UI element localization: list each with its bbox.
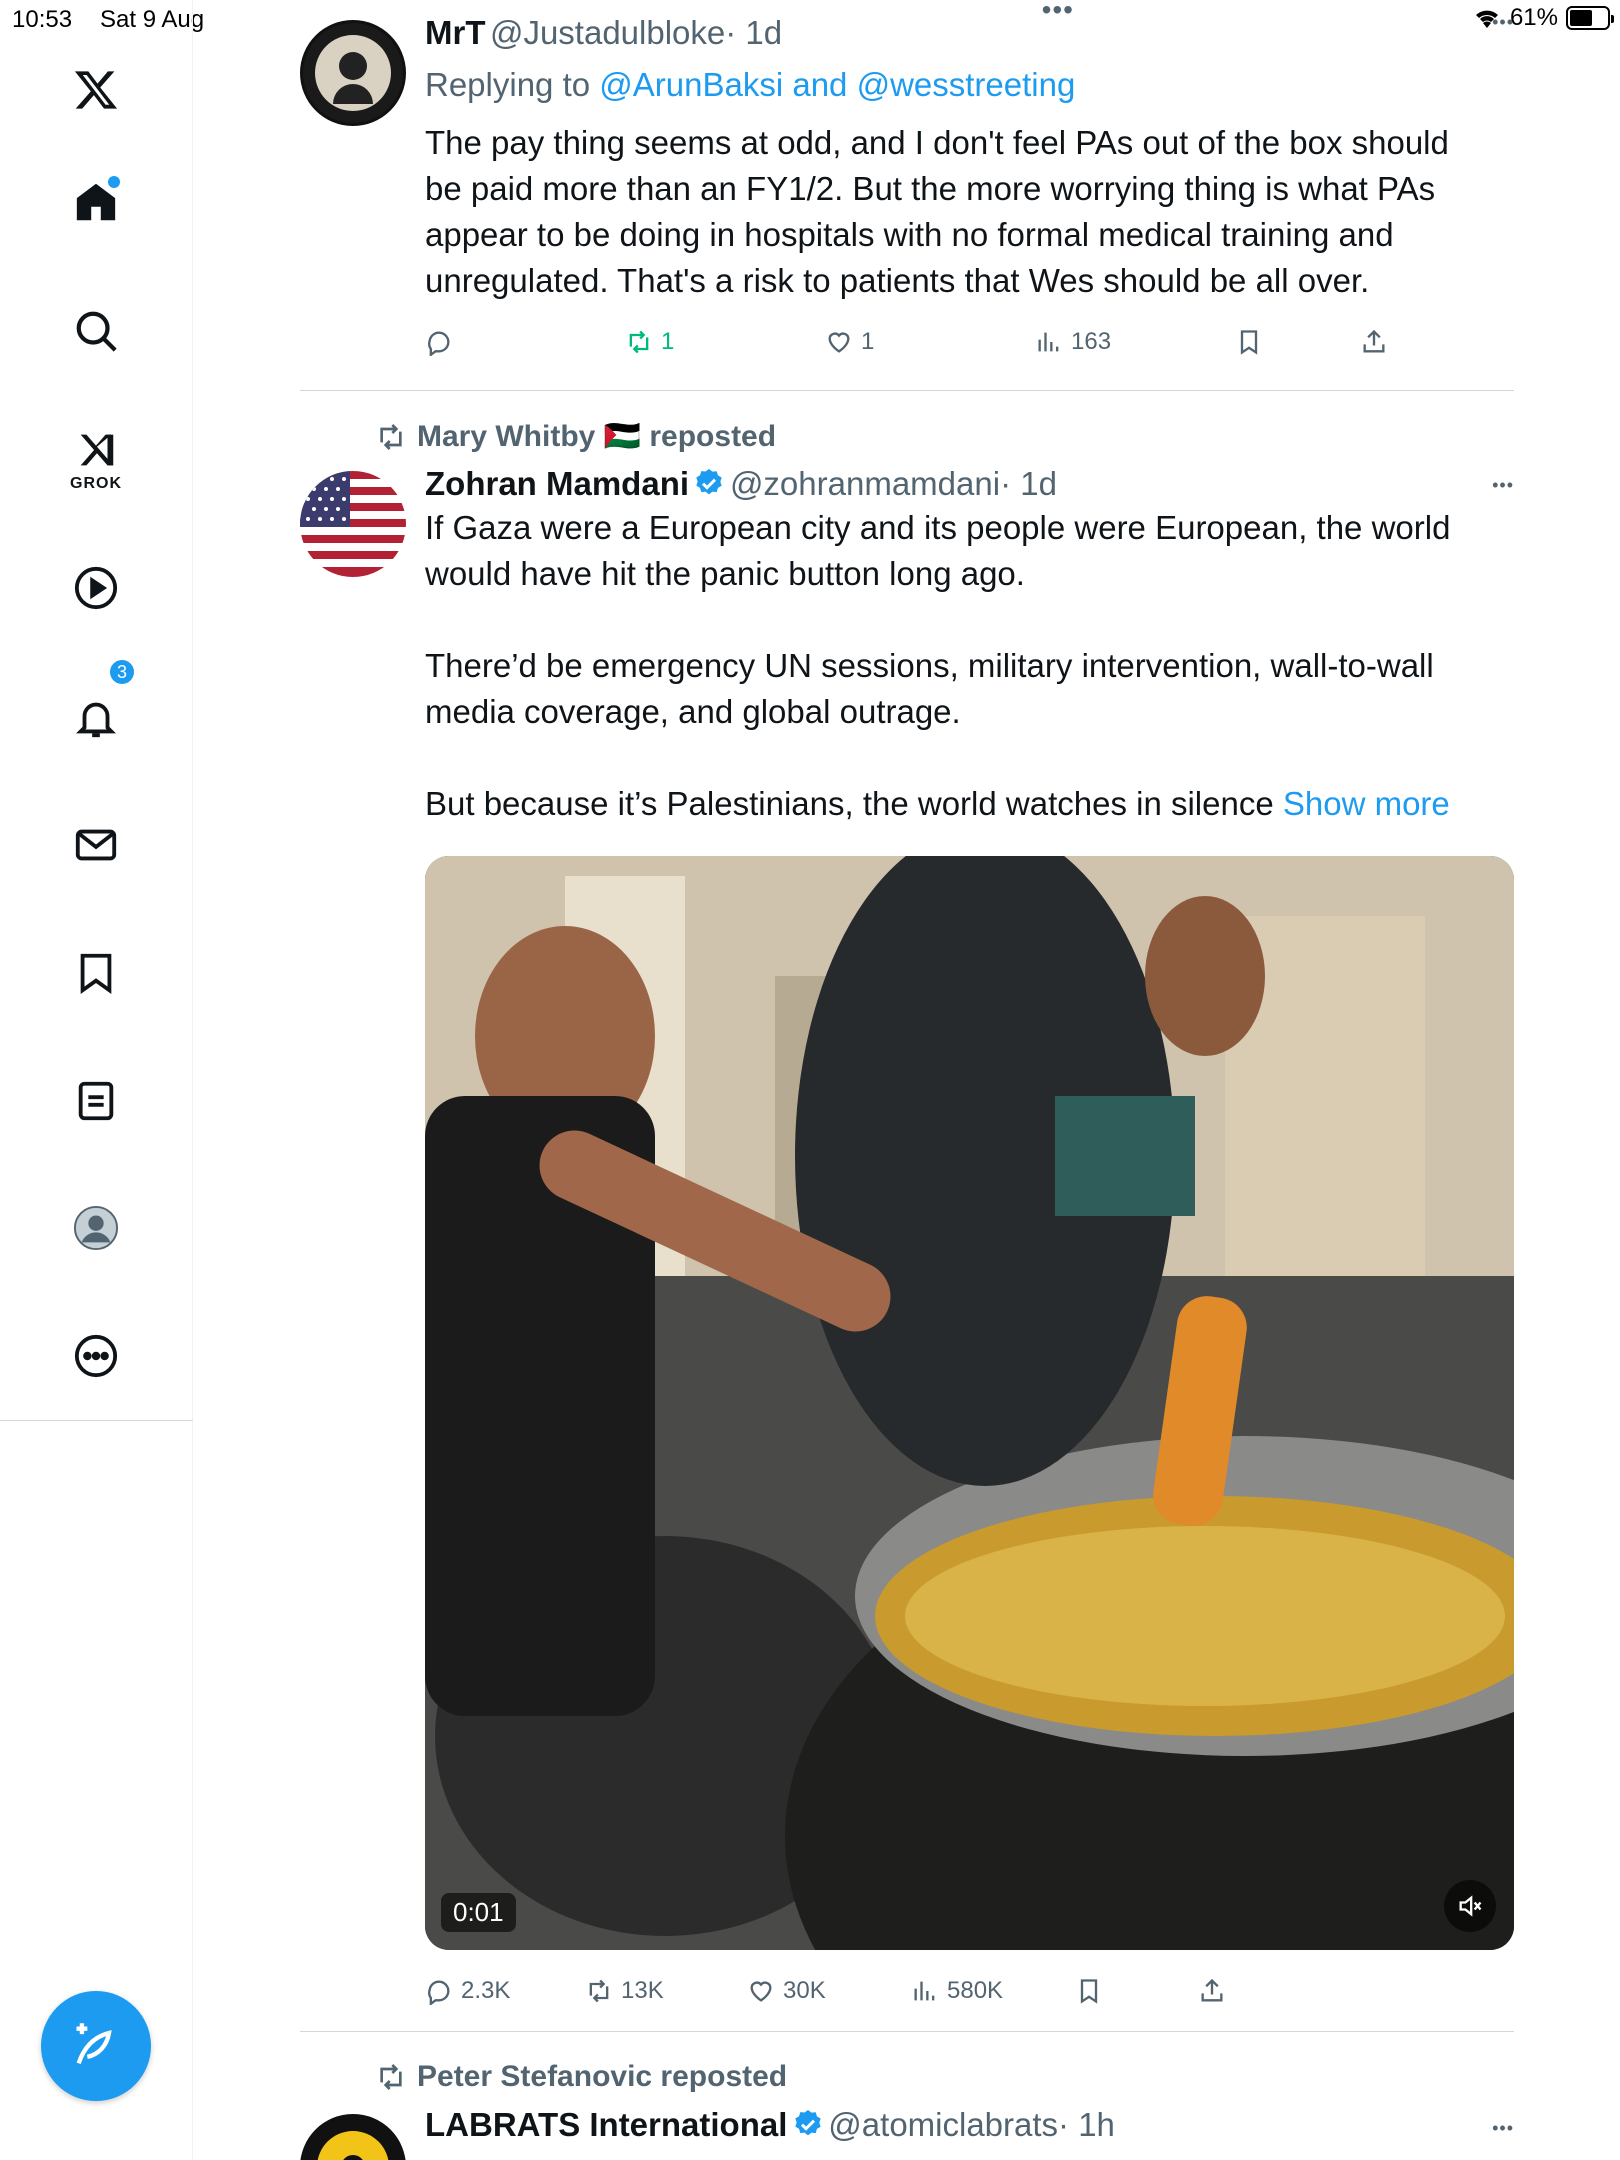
reply-count: 2.3K xyxy=(461,1977,511,2004)
reply-icon xyxy=(428,1980,450,2005)
reply-button[interactable] xyxy=(425,328,453,356)
views-button[interactable]: 580K xyxy=(911,1977,1003,2005)
repost-icon xyxy=(380,423,402,450)
repost-indicator[interactable]: Peter Stefanovic reposted xyxy=(375,2060,787,2094)
show-more-link[interactable]: Show more xyxy=(1283,785,1450,822)
bookmark-icon xyxy=(1080,1979,1098,2004)
reply-button[interactable]: 2.3K xyxy=(425,1977,510,2005)
compose-button[interactable] xyxy=(41,1991,151,2101)
tweet-video[interactable]: 0:01 xyxy=(425,856,1514,1950)
tweet-actions: 1 1 163 xyxy=(425,322,1514,362)
tweet-text-line: But because it’s Palestinians, the world… xyxy=(425,785,1274,822)
lists-icon[interactable] xyxy=(48,1053,144,1149)
tweet-time[interactable]: · 1h xyxy=(1058,2106,1115,2143)
tweet-author-name[interactable]: MrT xyxy=(425,14,486,51)
sidebar-divider xyxy=(0,1420,193,1421)
tweet-text-line: There’d be emergency UN sessions, milita… xyxy=(425,647,1434,684)
battery-fill xyxy=(1570,10,1592,26)
tweet-time[interactable]: · 1d xyxy=(1000,465,1057,502)
views-count: 580K xyxy=(947,1977,1004,2004)
heart-icon xyxy=(828,332,850,353)
views-button[interactable]: 163 xyxy=(1035,328,1111,356)
repost-icon xyxy=(380,2064,402,2090)
tweet-text-line: media coverage, and global outrage. xyxy=(425,693,961,730)
video-icon[interactable] xyxy=(48,540,144,636)
grok-label: GROK xyxy=(70,475,122,492)
verified-badge-icon xyxy=(795,2110,821,2136)
repost-indicator[interactable]: Mary Whitby 🇵🇸 reposted xyxy=(375,419,776,454)
bookmarks-icon[interactable] xyxy=(48,925,144,1021)
bookmark-button[interactable] xyxy=(1075,1977,1103,2005)
verified-badge-icon xyxy=(696,469,723,495)
home-unread-dot xyxy=(108,176,120,188)
more-menu-icon[interactable] xyxy=(48,1308,144,1404)
retweet-count: 1 xyxy=(661,328,675,355)
tweet-text-line: be paid more than an FY1/2. But the more… xyxy=(425,170,1436,207)
video-thumbnail xyxy=(425,856,1514,1950)
mute-icon xyxy=(1459,1895,1482,1917)
avatar[interactable] xyxy=(300,20,406,126)
mute-button[interactable] xyxy=(1444,1880,1496,1932)
tweet-mrt[interactable]: ••• ••• MrT @Justadulbloke· 1d Replying … xyxy=(300,0,1514,390)
video-timestamp: 0:01 xyxy=(441,1893,516,1932)
tweet-author-handle[interactable]: @Justadulbloke xyxy=(490,14,725,51)
tweet-time[interactable]: · 1d xyxy=(725,14,782,51)
tweet-author-handle[interactable]: @atomiclabrats xyxy=(828,2106,1058,2143)
retweet-count: 13K xyxy=(621,1977,664,2004)
repost-by: Mary Whitby 🇵🇸 reposted xyxy=(417,420,777,453)
tweet-text-line: would have hit the panic button long ago… xyxy=(425,555,1025,592)
avatar[interactable] xyxy=(300,2114,406,2160)
share-button[interactable] xyxy=(1198,1977,1226,2005)
sidebar: GROK 3 xyxy=(0,0,193,2160)
x-logo-icon[interactable] xyxy=(48,42,144,138)
tweet-text-line: If Gaza were a European city and its peo… xyxy=(425,509,1451,546)
messages-icon[interactable] xyxy=(48,797,144,893)
battery-percent: 61% xyxy=(1509,4,1558,31)
tweet-zohran[interactable]: Mary Whitby 🇵🇸 reposted ••• Zohran Mamda… xyxy=(300,391,1514,2031)
compose-feather-icon xyxy=(76,2023,112,2065)
views-icon xyxy=(914,1981,935,2001)
avatar[interactable] xyxy=(300,471,406,577)
retweet-icon xyxy=(629,330,649,354)
share-icon xyxy=(1201,1978,1223,2002)
grok-icon[interactable]: GROK xyxy=(48,405,144,501)
profile-avatar-icon[interactable] xyxy=(48,1180,144,1276)
retweet-icon xyxy=(589,1979,609,2003)
battery-icon xyxy=(1566,6,1614,30)
retweet-button[interactable]: 13K xyxy=(585,1977,664,2005)
tweet-author-handle[interactable]: @zohranmamdani xyxy=(730,465,1000,502)
heart-icon xyxy=(750,1981,772,2002)
bookmark-icon xyxy=(1240,330,1258,355)
repost-by: Peter Stefanovic reposted xyxy=(417,2060,788,2093)
tweet-author-name[interactable]: LABRATS International xyxy=(425,2106,787,2143)
tweet-labrats[interactable]: Peter Stefanovic reposted ••• LABRATS In… xyxy=(300,2032,1514,2160)
tweet-text-line: appear to be doing in hospitals with no … xyxy=(425,216,1394,253)
tweet-author-name[interactable]: Zohran Mamdani xyxy=(425,465,689,502)
views-icon xyxy=(1038,332,1059,352)
reply-to-link[interactable]: @ArunBaksi and @wesstreeting xyxy=(599,66,1075,103)
notifications-icon[interactable]: 3 xyxy=(48,658,144,766)
share-button[interactable] xyxy=(1360,328,1388,356)
home-icon[interactable] xyxy=(48,154,144,250)
share-icon xyxy=(1363,329,1385,353)
reply-prefix: Replying to xyxy=(425,66,591,103)
views-count: 163 xyxy=(1071,328,1112,355)
retweet-button[interactable]: 1 xyxy=(625,328,674,356)
like-count: 1 xyxy=(861,328,875,355)
tweet-text-line: The pay thing seems at odd, and I don't … xyxy=(425,124,1449,161)
tweet-actions: 2.3K 13K 30K 580K xyxy=(425,1971,1514,2011)
notifications-badge: 3 xyxy=(108,658,136,686)
like-button[interactable]: 1 xyxy=(825,328,874,356)
bookmark-button[interactable] xyxy=(1235,328,1263,356)
reply-icon xyxy=(428,331,450,356)
like-count: 30K xyxy=(783,1977,826,2004)
like-button[interactable]: 30K xyxy=(747,1977,826,2005)
tweet-text-line: unregulated. That's a risk to patients t… xyxy=(425,262,1370,299)
search-icon[interactable] xyxy=(48,283,144,379)
